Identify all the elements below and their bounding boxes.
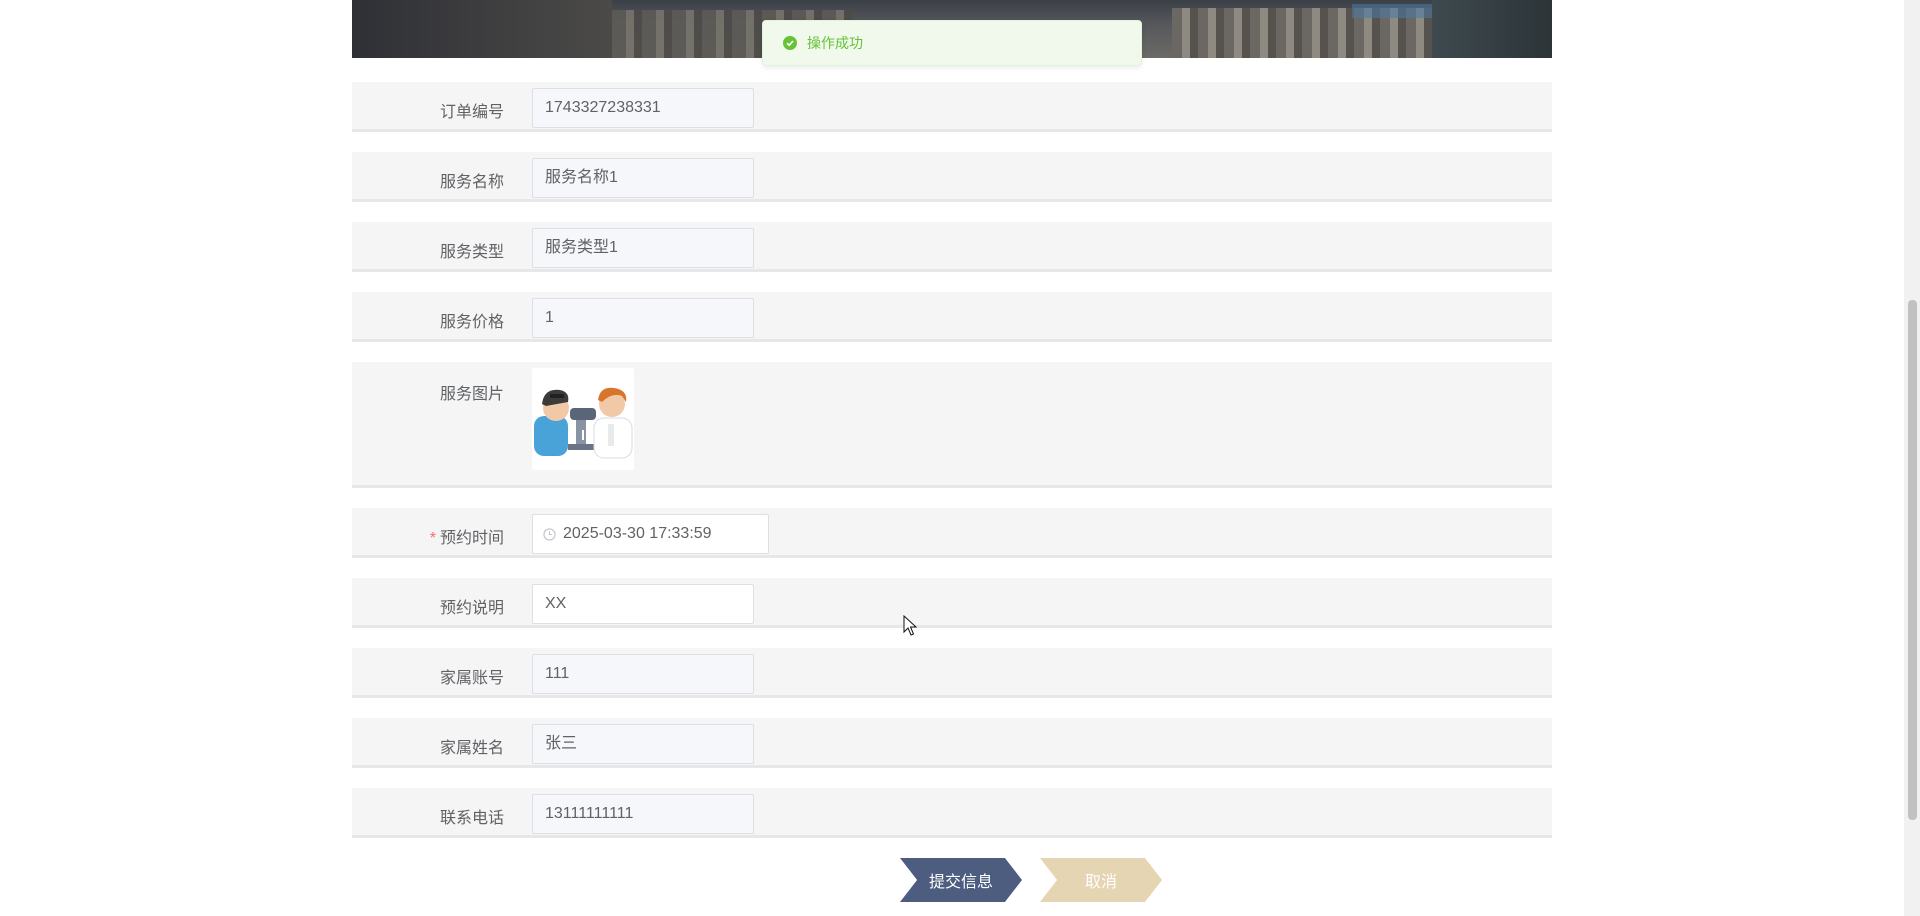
form-row-service-type: 服务类型 服务类型1	[352, 222, 1552, 272]
form-row-family-account: 家属账号 111	[352, 648, 1552, 698]
service-price-label: 服务价格	[439, 314, 504, 331]
clock-icon	[543, 528, 556, 541]
mouse-cursor-icon	[903, 615, 917, 636]
form-row-order-no: 订单编号 1743327238331	[352, 82, 1552, 132]
form-row-service-image: 服务图片	[352, 362, 1552, 488]
success-toast: 操作成功	[762, 20, 1142, 66]
service-type-label: 服务类型	[439, 244, 504, 261]
booking-note-input[interactable]: XX	[532, 584, 754, 624]
scrollbar-thumb[interactable]	[1908, 300, 1917, 820]
family-name-input[interactable]: 张三	[532, 724, 754, 764]
check-circle-icon	[783, 36, 797, 50]
form-row-booking-time: * 预约时间 2025-03-30 17:33:59	[352, 508, 1552, 558]
form-row-contact-phone: 联系电话 13111111111	[352, 788, 1552, 838]
page-scrollbar[interactable]	[1904, 0, 1920, 916]
family-name-label: 家属姓名	[439, 740, 504, 757]
service-image-label: 服务图片	[439, 386, 504, 403]
booking-time-label-text: 预约时间	[439, 530, 504, 547]
toast-message: 操作成功	[807, 35, 863, 51]
order-no-input[interactable]: 1743327238331	[532, 88, 754, 128]
family-account-label: 家属账号	[439, 670, 504, 687]
family-account-input[interactable]: 111	[532, 654, 754, 694]
required-mark: *	[429, 530, 436, 547]
booking-time-label: * 预约时间	[430, 524, 504, 548]
eye-exam-illustration	[534, 387, 633, 459]
submit-button[interactable]: 提交信息	[900, 858, 1022, 902]
booking-note-label: 预约说明	[439, 600, 504, 617]
form-row-family-name: 家属姓名 张三	[352, 718, 1552, 768]
contact-phone-input[interactable]: 13111111111	[532, 794, 754, 834]
service-name-label: 服务名称	[439, 174, 504, 191]
service-price-input[interactable]: 1	[532, 298, 754, 338]
service-type-input[interactable]: 服务类型1	[532, 228, 754, 268]
cancel-button[interactable]: 取消	[1040, 858, 1162, 902]
booking-time-value: 2025-03-30 17:33:59	[563, 525, 712, 542]
form-row-service-price: 服务价格 1	[352, 292, 1552, 342]
order-no-label: 订单编号	[439, 104, 504, 121]
booking-time-picker[interactable]: 2025-03-30 17:33:59	[532, 514, 769, 554]
contact-phone-label: 联系电话	[439, 810, 504, 827]
service-image-thumbnail[interactable]	[532, 368, 634, 470]
service-name-input[interactable]: 服务名称1	[532, 158, 754, 198]
form-row-booking-note: 预约说明 XX	[352, 578, 1552, 628]
form-row-service-name: 服务名称 服务名称1	[352, 152, 1552, 202]
